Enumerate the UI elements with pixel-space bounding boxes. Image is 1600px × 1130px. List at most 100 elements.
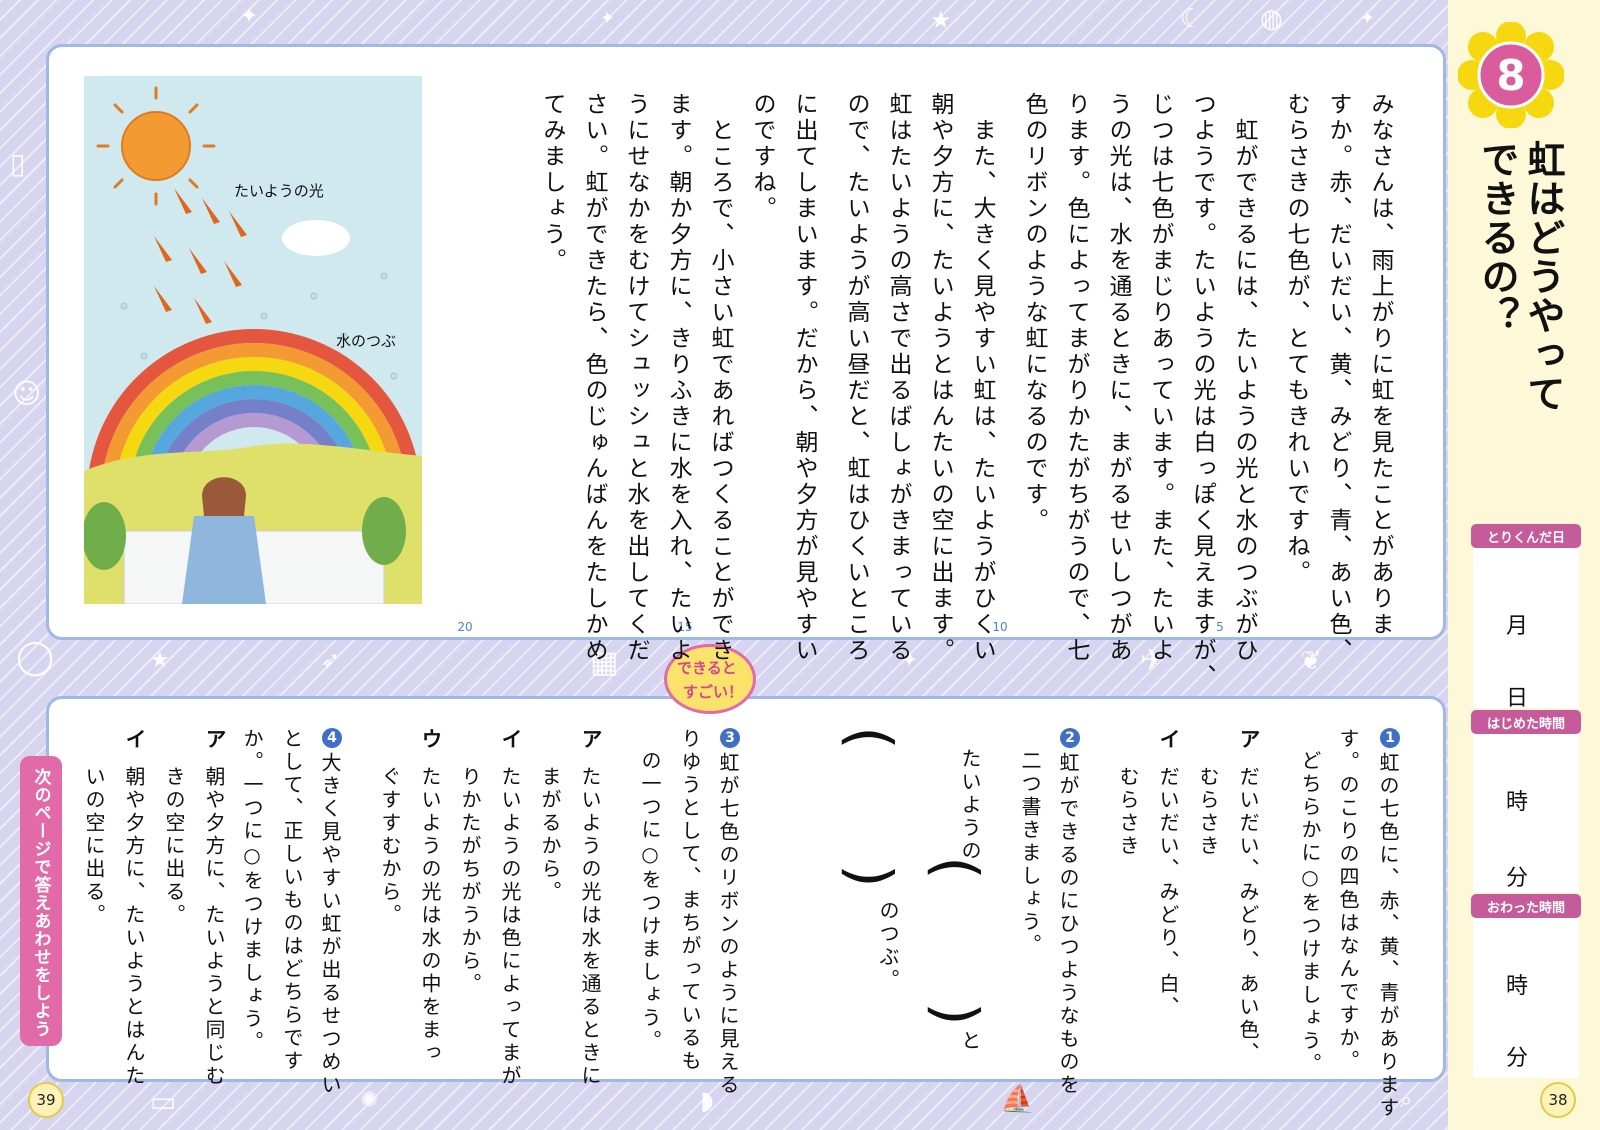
q4-text-line2: として、正しいものはどちらです [280,728,304,1073]
sparkle-icon: ✦ [240,4,259,29]
q3-option-i-mark[interactable]: イ [499,728,523,752]
water-drop-label: 水のつぶ [336,332,397,350]
hour-unit: 時 [1506,974,1529,999]
answer-blank-1[interactable] [942,880,982,1010]
workbook-spread: ✦ ✦ ★ ☾ ◍ ✦ ▯ ☺ ◯ ★ ➶ ▦ ✦ ✈ ❦ ▭ ✺ ◗ ⛵ ⌕ [0,0,1600,1130]
passage-line: また、大きく見やすい虹は、たいようがひくい [969,118,995,664]
q2-text-line5: のつぶ。 [876,900,900,992]
passage-line: のですね。 [749,92,775,222]
q1-option-i-line1[interactable]: だいだい、みどり、白、 [1156,766,1180,1019]
lesson-number: 8 [1496,50,1526,100]
tab-text: 次のページで答えあわせをしよう [30,768,51,1038]
germ-icon: ✺ [360,1088,379,1113]
lesson-title-line1: 虹はどうやって [1521,140,1565,413]
passage-line: 色のリボンのような虹になるのです。 [1021,92,1047,534]
q2-and: と [958,1030,982,1053]
passage-line: うの光は、水を通るときに、まがるせいしつがあ [1105,92,1131,664]
answer-bracket-open: ( [920,856,991,880]
q4-text-line1: 大きく見やすい虹が出るせつめい [318,752,342,1097]
planet-icon: ◍ [1260,4,1283,34]
q1-option-i-mark[interactable]: イ [1157,728,1181,752]
q4-option-a-mark[interactable]: ア [203,728,227,752]
passage-line: ところで、小さい虹であればつくることができ [707,118,733,664]
car-icon: ▭ [150,1085,177,1118]
q2-text-line1: 虹ができるのにひつようなものを [1056,752,1080,1097]
q1-text-line3: どちらかに○をつけましょう。 [1298,750,1322,1076]
answer-bracket-open: ( [834,726,905,750]
star-icon: ★ [150,648,170,673]
q3-option-a-mark[interactable]: ア [579,728,603,752]
passage-line: さい。虹ができたら、色のじゅんばんをたしかめ [581,92,607,664]
q3-text-line2: りゆうとして、まちがっているも [678,728,702,1073]
page-number-left: 39 [28,1082,64,1118]
q1-option-i-line2[interactable]: むらさき [1116,766,1140,858]
q4-option-a-line1[interactable]: 朝や夕方に、たいようと同じむ [202,766,226,1088]
passage-line: ます。朝か夕方に、きりふきに水を入れ、たいよ [665,92,691,664]
lesson-title-line2: できるの？ [1475,140,1519,335]
q3-option-i-line1[interactable]: たいようの光は色によってまが [498,766,522,1088]
minute-unit: 分 [1506,866,1529,891]
q1-text-line1: 虹の七色に、赤、黄、青があります [1376,752,1400,1120]
butterfly-icon: ❦ [1300,646,1322,676]
sparkle-icon: ✦ [600,8,616,29]
page-number-right: 38 [1540,1082,1576,1118]
passage-line: に出てしまいます。だから、朝や夕方が見やすい [791,92,817,664]
q1-option-a-line2[interactable]: むらさき [1196,766,1220,858]
q3-text-line3: の一つに○をつけましょう。 [638,750,662,1053]
question-number-2: 2 [1060,728,1080,748]
line-number: 20 [457,620,473,634]
minute-unit: 分 [1506,1046,1529,1071]
month-unit: 月 [1506,614,1529,639]
passage-line: ので、たいようが高い昼だと、虹はひくいところ [843,92,869,664]
answer-bracket-close: ) [834,864,905,888]
q3-option-a-line2[interactable]: まがるから。 [538,766,562,904]
moon-icon: ☾ [1180,4,1204,34]
lesson-flower-badge: 8 [1457,21,1565,129]
passage-line: むらさきの七色が、とてもきれいですね。 [1283,92,1309,586]
q3-option-u-line1[interactable]: たいようの光は水の中をまっ [418,766,442,1065]
q3-option-u-mark[interactable]: ウ [419,728,443,752]
record-label-start: はじめた時間 [1471,710,1581,734]
answer-bracket-close: ) [920,1002,991,1026]
q3-option-i-line2[interactable]: りかたがちがうから。 [458,766,482,996]
q4-option-i-mark[interactable]: イ [123,728,147,752]
astronaut-icon: ☺ [12,377,42,410]
passage-line: すか。赤、だいだい、黄、みどり、青、あい色、 [1325,92,1351,664]
dolphin-icon: ◗ [700,1086,714,1116]
passage-line: 虹ができるには、たいようの光と水のつぶがひ [1231,118,1257,664]
answer-next-page-tab: 次のページで答えあわせをしよう [20,756,62,1046]
question-number-4: 4 [322,728,342,748]
answer-blank-2[interactable] [856,760,896,870]
passage-line: つようです。たいようの光は白っぽく見えますが、 [1189,92,1215,690]
hour-unit: 時 [1506,790,1529,815]
passage-line: みなさんは、雨上がりに虹を見たことがありま [1367,92,1393,638]
q4-option-a-line2[interactable]: きの空に出る。 [162,766,186,927]
bird-icon: ➶ [320,646,341,674]
passage-line: てみましょう。 [539,92,565,274]
badge-line2: すごい！ [683,683,744,701]
q3-option-a-line1[interactable]: たいようの光は水を通るときに [578,766,602,1088]
passage-line: ります。色によってまがりかたがちがうので、七 [1063,92,1089,664]
battery-icon: ▯ [10,147,26,180]
q1-text-line2: す。のこりの四色はなんですか。 [1336,728,1360,1073]
record-label-end: おわった時間 [1471,894,1581,918]
q1-option-a-mark[interactable]: ア [1237,728,1261,752]
balloon-icon: ◯ [16,637,55,677]
passage-line: うにせなかをむけてシュッシュと水を出してくだ [623,92,649,664]
star-icon: ★ [930,6,952,34]
rainbow-illustration: たいようの光 水のつぶ [84,76,422,604]
sparkle-icon: ✦ [1360,8,1376,29]
record-label-date: とりくんだ日 [1471,524,1581,548]
q4-option-i-line2[interactable]: いの空に出る。 [82,766,106,927]
q2-text-line3: たいようの [958,748,982,863]
telescope-icon: ⌕ [1400,1088,1413,1113]
passage-line: じつは七色がまじりあっています。また、たいよ [1147,92,1173,664]
q4-text-line3: か。一つに○をつけましょう。 [240,728,264,1054]
question-number-3: 3 [720,728,740,748]
question-number-1: 1 [1380,728,1400,748]
sunlight-label: たいようの光 [234,182,324,200]
q1-option-a-line1[interactable]: だいだい、みどり、あい色、 [1236,766,1260,1065]
q4-option-i-line1[interactable]: 朝や夕方に、たいようとはんた [122,766,146,1088]
boat-icon: ⛵ [1000,1083,1035,1116]
q3-option-u-line2[interactable]: ぐすすむから。 [378,766,402,927]
